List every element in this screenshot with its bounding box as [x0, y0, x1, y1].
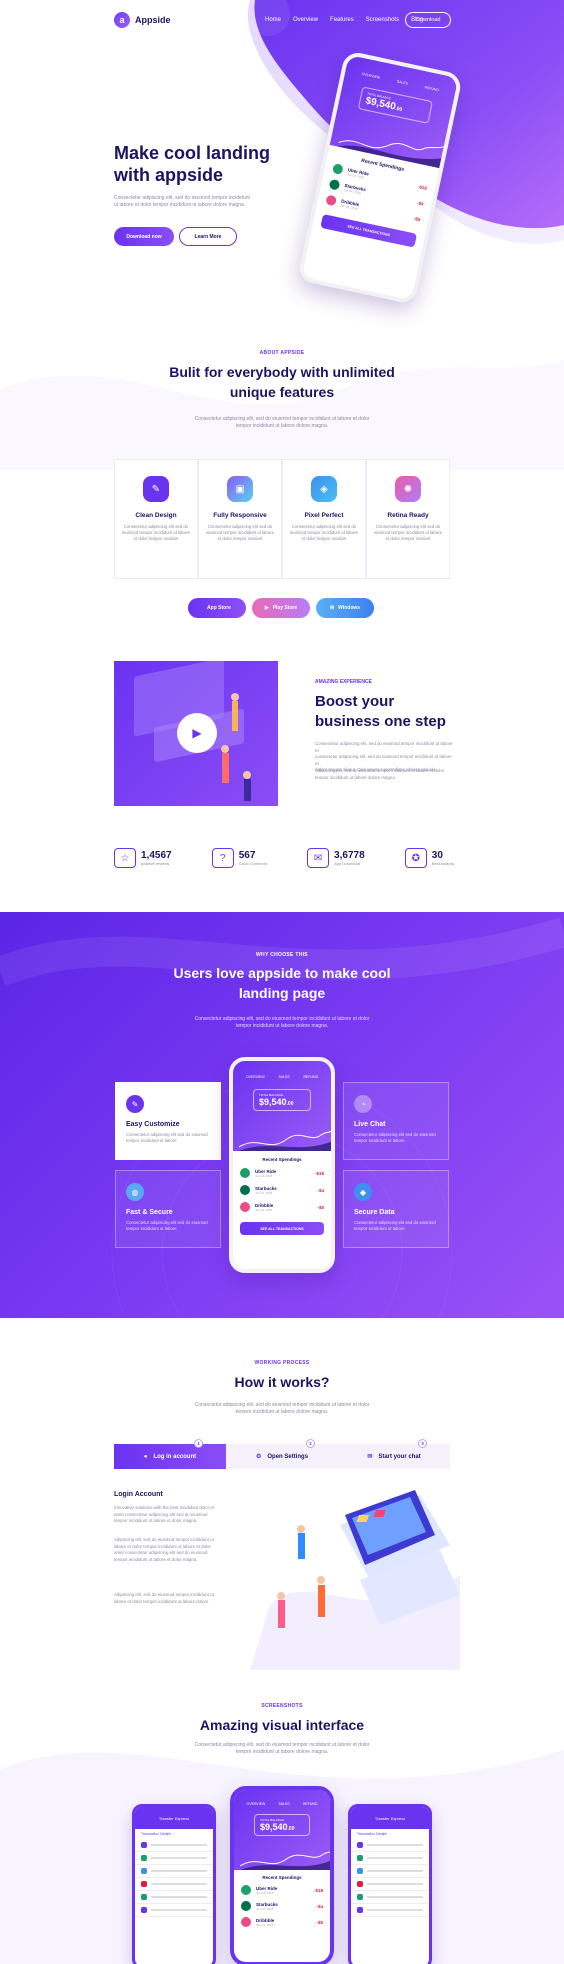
balance-card: TOTAL BALANCE $9,540.00 — [253, 1089, 311, 1111]
screenshot-phone-center: OVERVIEW SALES REFUND TOTAL BALANCE $9,540… — [230, 1786, 334, 1964]
experience-paragraph-2: Adipiscing elit, sed do eiusmod tempor i… — [315, 768, 445, 780]
windows-button[interactable]: ⊞ Windows — [316, 598, 374, 618]
app-store-button[interactable]: App Store — [188, 598, 246, 618]
logo-icon: a — [114, 12, 130, 28]
download-now-button[interactable]: Download now — [114, 227, 174, 246]
balance-card: TOTAL BALANCE $9,540.00 — [357, 86, 433, 124]
chat-icon: ◔ — [354, 1095, 372, 1113]
play-video-button[interactable]: ▶ — [177, 713, 217, 753]
about-title: Bulit for everybody with unlimited unique… — [169, 364, 395, 400]
stars-icon: ☆ — [114, 848, 136, 868]
globe-icon: ◍ — [126, 1183, 144, 1201]
why-phone: OVERVIEW SALES REFUND TOTAL BALANCE $9,540… — [229, 1057, 335, 1273]
tx-row: Uber Ride Jun 04, 2018 -$18 — [240, 1168, 324, 1178]
how-illustration — [250, 1490, 460, 1670]
why-card-easy-customize[interactable]: ✎ Easy Customize Consectetur adipiscing … — [115, 1082, 221, 1160]
nav-features[interactable]: Features — [330, 17, 354, 23]
nav-overview[interactable]: Overview — [293, 17, 318, 23]
step-badge: 2 — [306, 1439, 315, 1448]
nav-screenshots[interactable]: Screenshots — [366, 17, 399, 23]
experience-eyebrow: AMAZING EXPERIENCE — [315, 679, 372, 685]
login-paragraph-3: Adipiscing elit, sed do eiusmod tempor i… — [114, 1592, 214, 1604]
login-paragraph-1: Innovative solutions with the best incid… — [114, 1505, 215, 1523]
feature-grid: ✎ Clean Design Consectetur adipiscing el… — [114, 459, 450, 579]
feature-card: ✺ Retina Ready Consectetur adipiscing el… — [366, 459, 450, 579]
chat-icon: ✉ — [367, 1454, 373, 1460]
tx-row: Dribbble Jun 04, 2018 -$5 — [240, 1202, 324, 1212]
learn-more-button[interactable]: Learn More — [179, 227, 237, 246]
why-card-secure-data[interactable]: ◆ Secure Data Consectetur adipiscing eli… — [343, 1170, 449, 1248]
hero-title: Make cool landing with appside — [114, 143, 271, 185]
stat-item: ✪ 30 Best Awards — [404, 848, 454, 868]
login-title: Login Account — [114, 1491, 163, 1498]
chat-icon: ? — [211, 848, 234, 868]
nav-home[interactable]: Home — [265, 17, 281, 23]
user-icon: ● — [143, 1453, 148, 1460]
play-icon: ▶ — [192, 726, 202, 740]
tab-start-chat[interactable]: ✉ Start your chat 3 — [338, 1439, 450, 1469]
gear-icon: ⚙ — [255, 1454, 262, 1460]
retina-icon: ✺ — [395, 476, 421, 502]
windows-icon: ⊞ — [329, 605, 335, 611]
screenshot-phone-right: Transfer Express Transaction Details — [348, 1804, 432, 1964]
stats-row: ☆ 1,4567 positive reviews ? 567 Good Comme… — [114, 848, 454, 868]
tx-row: Starbucks Jun 04, 2018 -$4 — [240, 1185, 324, 1195]
about-eyebrow: ABOUT APPSIDE — [259, 350, 305, 356]
stat-item: ☆ 1,4567 positive reviews — [114, 848, 172, 868]
tx-row: Uber Ride Jun 04, 2018 -$18 — [241, 1885, 323, 1895]
feature-card: ▣ Fully Responsive Consectetur adipiscin… — [198, 459, 282, 579]
about-description: Consectetur adipiscing elit, sed do eius… — [194, 416, 370, 429]
tx-row: Starbucks Jun 04, 2018 -$4 — [241, 1901, 323, 1911]
paint-brush-icon: ✎ — [126, 1095, 144, 1113]
play-icon: ▶ — [264, 605, 269, 611]
feature-card: ◈ Pixel Perfect Consectetur adipiscing e… — [282, 459, 366, 579]
how-description: Consectetur adipiscing elit, sed do eius… — [194, 1402, 370, 1415]
tab-log-in-account[interactable]: ● Log in account 1 — [114, 1439, 226, 1469]
why-card-fast-secure[interactable]: ◍ Fast & Secure Consectetur adipiscing e… — [115, 1170, 221, 1248]
shots-description: Consectetur adipiscing elit, sed do eius… — [194, 1742, 370, 1755]
see-all-button[interactable]: SEE ALL TRANSACTIONS — [240, 1222, 324, 1235]
experience-title: Boost your business one step — [315, 693, 446, 730]
header-download-button[interactable]: Download — [405, 12, 452, 28]
design-icon: ✎ — [143, 476, 169, 502]
layers-icon: ◈ — [311, 476, 337, 502]
stat-item: ✉ 3,6778 App Download — [307, 848, 365, 868]
shield-icon: ◆ — [354, 1183, 372, 1201]
step-badge: 3 — [418, 1439, 427, 1448]
screenshot-phone-left: Transfer Express Transaction Details — [132, 1804, 216, 1964]
why-title: Users love appside to make cool landing p… — [173, 965, 391, 1001]
login-paragraph-2: Adipiscing elit, sed do eiusmod tempor i… — [114, 1537, 214, 1562]
stat-item: ? 567 Good Comment — [211, 848, 267, 868]
tx-row: Dribbble Jun 04, 2018 -$5 — [241, 1917, 323, 1927]
tab-open-settings[interactable]: ⚙ Open Settings 2 — [226, 1439, 338, 1469]
feature-card: ✎ Clean Design Consectetur adipiscing el… — [114, 459, 198, 579]
mail-icon: ✉ — [307, 848, 330, 868]
how-tabs: ● Log in account 1 ⚙ Open Settings 2 ✉ Star… — [114, 1439, 450, 1469]
play-store-button[interactable]: ▶ Play Store — [252, 598, 310, 618]
balance-card: TOTAL BALANCE $9,540.00 — [254, 1814, 310, 1836]
step-badge: 1 — [194, 1439, 203, 1448]
brand-name: Appside — [135, 15, 171, 25]
how-title: How it works? — [234, 1374, 330, 1390]
shots-title: Amazing visual interface — [199, 1717, 365, 1733]
why-card-live-chat[interactable]: ◔ Live Chat Consectetur adipiscing elit … — [343, 1082, 449, 1160]
brand[interactable]: a Appside — [114, 12, 171, 28]
award-icon: ✪ — [404, 848, 427, 868]
why-description: Consectetur adipiscing elit, sed do eius… — [194, 1016, 370, 1029]
how-eyebrow: WORKING PROCESS — [254, 1360, 310, 1366]
shots-eyebrow: SCREENSHOTS — [261, 1703, 303, 1709]
responsive-icon: ▣ — [227, 476, 253, 502]
hero-description: Consectetur adipiscing elit, sed do eius… — [114, 195, 250, 208]
why-eyebrow: WHY CHOOSE THIS — [256, 952, 308, 958]
